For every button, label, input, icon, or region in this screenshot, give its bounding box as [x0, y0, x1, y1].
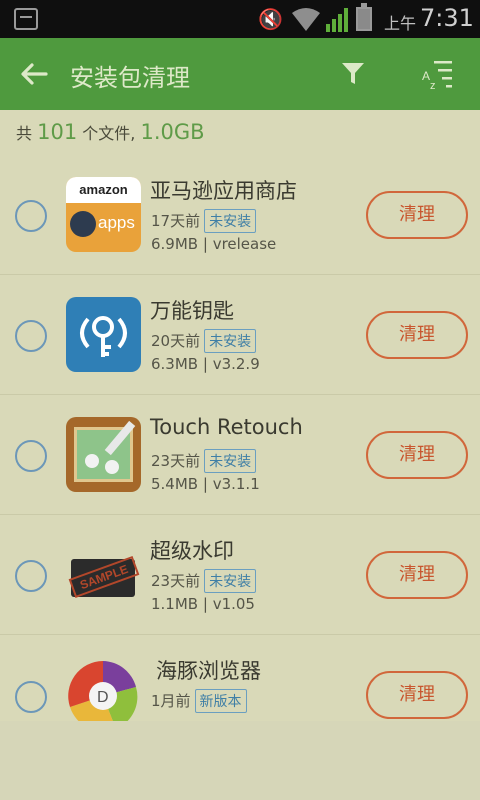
- battery-icon: [356, 3, 372, 31]
- app-size-line: 6.9MB | vrelease: [151, 235, 277, 253]
- file-summary: 共 101 个文件, 1.0GB: [16, 120, 205, 144]
- dolphin-logo-glyph: D: [68, 661, 138, 721]
- touch-retouch-icon: [66, 417, 141, 492]
- list-item[interactable]: Touch Retouch 23天前 未安装 5.4MB | v3.1.1 清理: [0, 395, 480, 515]
- app-name: 亚马逊应用商店: [150, 179, 297, 203]
- status-badge: 未安装: [204, 449, 257, 473]
- status-bar: 🔇 上午 7:31: [0, 0, 480, 38]
- status-ampm: 上午: [384, 14, 417, 33]
- back-arrow-icon[interactable]: [18, 58, 50, 90]
- wifi-key-glyph: [80, 316, 127, 357]
- list-item[interactable]: amazon apps 亚马逊应用商店 17天前 未安装 6.9MB | vrel…: [0, 155, 480, 275]
- app-version: v3.2.9: [212, 355, 260, 373]
- clean-button[interactable]: 清理: [366, 311, 468, 359]
- app-size: 6.3MB: [151, 355, 199, 373]
- dolphin-letter: D: [97, 689, 109, 706]
- files-label: 个文件,: [82, 124, 136, 143]
- app-name: Touch Retouch: [150, 415, 303, 439]
- amazon-apps-text: apps: [98, 213, 135, 232]
- select-checkbox[interactable]: [15, 320, 47, 352]
- app-age-line: 23天前 未安装: [151, 449, 257, 473]
- app-size: 1.1MB: [151, 595, 199, 613]
- app-age: 23天前: [151, 572, 201, 590]
- app-age: 1月前: [151, 692, 191, 710]
- app-age: 20天前: [151, 332, 201, 350]
- select-checkbox[interactable]: [15, 440, 47, 472]
- status-badge: 新版本: [194, 689, 247, 713]
- app-age: 23天前: [151, 452, 201, 470]
- app-size: 5.4MB: [151, 475, 199, 493]
- filter-icon[interactable]: [340, 60, 366, 88]
- total-size: 1.0GB: [140, 120, 205, 144]
- notification-icon: [14, 8, 38, 30]
- app-size-line: 5.4MB | v3.1.1: [151, 475, 260, 493]
- status-badge: 未安装: [204, 209, 257, 233]
- clean-button[interactable]: 清理: [366, 191, 468, 239]
- app-name: 万能钥匙: [150, 299, 234, 323]
- status-badge: 未安装: [204, 329, 257, 353]
- app-version: vrelease: [212, 235, 277, 253]
- svg-text:A: A: [422, 69, 430, 83]
- svg-text:z: z: [430, 80, 436, 90]
- package-list: amazon apps 亚马逊应用商店 17天前 未安装 6.9MB | vrel…: [0, 155, 480, 721]
- app-age-line: 1月前 新版本: [151, 689, 247, 713]
- dolphin-browser-icon: D: [66, 659, 141, 721]
- summary-prefix: 共: [16, 124, 33, 143]
- clean-button[interactable]: 清理: [366, 551, 468, 599]
- app-size-line: 6.3MB | v3.2.9: [151, 355, 260, 373]
- page-title: 安装包清理: [70, 64, 190, 92]
- status-time: 7:31: [420, 4, 474, 32]
- app-bar: 安装包清理 A z: [0, 38, 480, 110]
- app-version: v3.1.1: [212, 475, 260, 493]
- amazon-appstore-icon: amazon apps: [66, 177, 141, 252]
- app-name: 海豚浏览器: [156, 659, 261, 683]
- clean-button[interactable]: 清理: [366, 671, 468, 719]
- select-checkbox[interactable]: [15, 200, 47, 232]
- app-age-line: 23天前 未安装: [151, 569, 257, 593]
- amazon-logo-text: amazon: [66, 177, 141, 203]
- app-size: 6.9MB: [151, 235, 199, 253]
- app-size-line: 1.1MB | v1.05: [151, 595, 255, 613]
- list-item[interactable]: D 海豚浏览器 1月前 新版本 清理: [0, 635, 480, 721]
- file-count: 101: [37, 120, 78, 144]
- app-name: 超级水印: [150, 539, 234, 563]
- wifi-icon: [292, 8, 320, 31]
- app-version: v1.05: [212, 595, 255, 613]
- mute-icon: 🔇: [258, 7, 283, 31]
- list-item[interactable]: SAMPLE 超级水印 23天前 未安装 1.1MB | v1.05 清理: [0, 515, 480, 635]
- sort-az-icon[interactable]: A z: [422, 58, 454, 90]
- signal-icon: [326, 8, 348, 32]
- list-item[interactable]: 万能钥匙 20天前 未安装 6.3MB | v3.2.9 清理: [0, 275, 480, 395]
- status-badge: 未安装: [204, 569, 257, 593]
- bottom-blank-area: [0, 721, 480, 800]
- select-checkbox[interactable]: [15, 681, 47, 713]
- clean-button[interactable]: 清理: [366, 431, 468, 479]
- app-age-line: 20天前 未安装: [151, 329, 257, 353]
- watermark-app-icon: SAMPLE: [66, 537, 141, 612]
- app-age: 17天前: [151, 212, 201, 230]
- hand-icon: [70, 211, 96, 237]
- app-age-line: 17天前 未安装: [151, 209, 257, 233]
- wifi-key-icon: [66, 297, 141, 372]
- select-checkbox[interactable]: [15, 560, 47, 592]
